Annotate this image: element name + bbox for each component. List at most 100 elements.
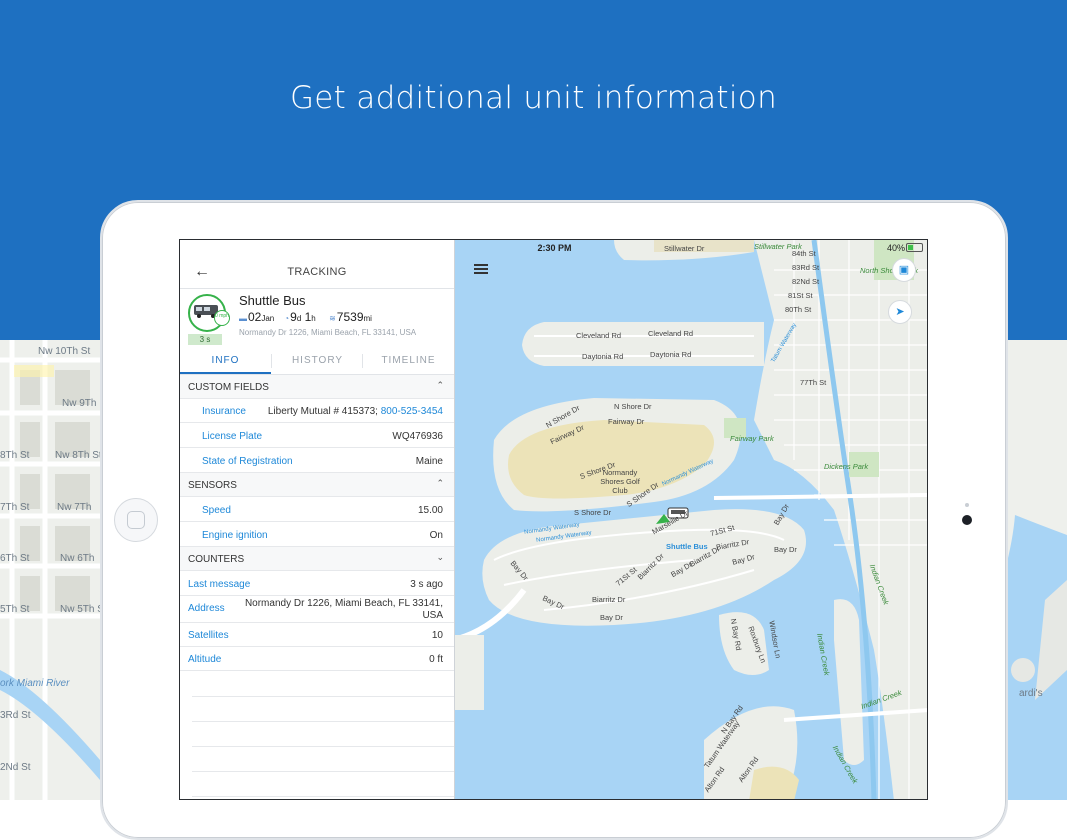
map-street-label: Daytonia Rd bbox=[582, 352, 624, 361]
locate-icon[interactable]: ➤ bbox=[888, 300, 912, 324]
section-sensors[interactable]: SENSORS ⌃ bbox=[180, 473, 454, 497]
counter-row-satellites: Satellites 10 bbox=[180, 623, 454, 647]
bg-street-label: 2Nd St bbox=[0, 762, 31, 773]
field-row-license-plate: License Plate WQ476936 bbox=[180, 424, 454, 448]
duration-days: 9 bbox=[290, 310, 297, 324]
bg-river-label: ork Miami River bbox=[0, 678, 70, 689]
map-park-label: Dickens Park bbox=[824, 462, 869, 471]
ipad-screen: Stillwater Dr Stillwater Park 84th St No… bbox=[179, 239, 928, 800]
counter-row-address: Address Normandy Dr 1226, Miami Beach, F… bbox=[180, 596, 454, 623]
last-update-age: 3 s bbox=[188, 334, 222, 345]
divider bbox=[192, 696, 454, 697]
bg-street-label: 3Rd St bbox=[0, 710, 31, 721]
map-park-label: Fairway Park bbox=[730, 434, 774, 443]
map-street-label: 77Th St bbox=[800, 378, 827, 387]
unit-stats: ▬02Jan ◔9d 1h ≋7539mi bbox=[239, 310, 372, 324]
unit-name: Shuttle Bus bbox=[239, 293, 306, 308]
field-value: WQ476936 bbox=[392, 431, 443, 442]
section-counters[interactable]: COUNTERS ⌄ bbox=[180, 547, 454, 571]
map-street-label: Fairway Dr bbox=[608, 417, 645, 426]
panel-tabs: INFO HISTORY TIMELINE bbox=[180, 348, 454, 375]
speed-badge: 0 mph bbox=[214, 310, 230, 326]
bg-street-label: 7Th St bbox=[0, 502, 30, 513]
clock-icon: ◔ bbox=[284, 314, 290, 323]
bg-street-label: 5Th St bbox=[0, 604, 30, 615]
divider bbox=[192, 721, 454, 722]
map-street-label: Biarritz Dr bbox=[592, 595, 626, 604]
counter-value: Normandy Dr 1226, Miami Beach, FL 33141,… bbox=[244, 598, 443, 621]
map-unit-label[interactable]: Shuttle Bus bbox=[666, 542, 708, 551]
sensor-row-speed: Speed 15.00 bbox=[180, 498, 454, 522]
date-value: 02 bbox=[248, 310, 262, 324]
counter-key: Address bbox=[188, 603, 225, 614]
map-view[interactable]: Stillwater Dr Stillwater Park 84th St No… bbox=[453, 240, 927, 799]
map-street-label: N Shore Dr bbox=[614, 402, 652, 411]
page-headline: Get additional unit information bbox=[289, 80, 778, 116]
tracking-panel: ← TRACKING 0 mph 3 s Shuttle Bus ▬02Jan … bbox=[180, 240, 455, 799]
map-street-label: Cleveland Rd bbox=[648, 329, 694, 338]
tab-history[interactable]: HISTORY bbox=[272, 348, 363, 374]
bg-street-label: Nw 6Th bbox=[60, 553, 95, 564]
field-key: License Plate bbox=[202, 431, 263, 442]
field-key: Insurance bbox=[202, 406, 246, 417]
panel-title: TRACKING bbox=[287, 266, 347, 278]
background-map-left: Nw 10Th St Nw 9Th 8Th St Nw 8Th St 7Th S… bbox=[0, 340, 100, 800]
bg-street-label: 6Th St bbox=[0, 553, 30, 564]
counter-row-altitude: Altitude 0 ft bbox=[180, 647, 454, 671]
map-street-label: Bay Dr bbox=[600, 613, 623, 622]
panel-header: ← TRACKING bbox=[180, 256, 454, 289]
divider bbox=[192, 746, 454, 747]
tab-timeline[interactable]: TIMELINE bbox=[363, 348, 454, 374]
divider bbox=[192, 796, 454, 797]
sensor-row-ignition: Engine ignition On bbox=[180, 523, 454, 547]
calendar-icon: ▬ bbox=[239, 314, 247, 323]
field-value: Maine bbox=[415, 456, 443, 467]
map-street-label: Daytonia Rd bbox=[650, 350, 692, 359]
divider bbox=[192, 771, 454, 772]
bg-street-label: 8Th St bbox=[0, 450, 30, 461]
insurance-phone-link[interactable]: 800-525-3454 bbox=[381, 406, 443, 417]
map-street-label: 83Rd St bbox=[792, 263, 820, 272]
map-street-label: Cleveland Rd bbox=[576, 331, 622, 340]
layers-icon[interactable]: ▣ bbox=[892, 258, 916, 282]
bg-street-label: Nw 9Th bbox=[62, 398, 97, 409]
section-title: CUSTOM FIELDS bbox=[188, 382, 269, 393]
map-street-label: S Shore Dr bbox=[574, 508, 612, 517]
bg-street-label: Nw 5Th St bbox=[60, 604, 100, 615]
unit-summary: 0 mph 3 s Shuttle Bus ▬02Jan ◔9d 1h ≋753… bbox=[180, 288, 454, 348]
tab-info[interactable]: INFO bbox=[180, 348, 271, 374]
field-row-state: State of Registration Maine bbox=[180, 449, 454, 473]
field-key: State of Registration bbox=[202, 456, 293, 467]
battery-percent: 40% bbox=[886, 243, 905, 253]
unit-address: Normandy Dr 1226, Miami Beach, FL 33141,… bbox=[239, 328, 417, 337]
section-title: COUNTERS bbox=[188, 554, 245, 565]
chevron-up-icon: ⌃ bbox=[436, 380, 444, 390]
odometer-icon: ≋ bbox=[329, 314, 336, 323]
menu-icon[interactable] bbox=[474, 264, 488, 274]
field-value: Liberty Mutual # 415373; 800-525-3454 bbox=[267, 406, 443, 417]
battery-icon bbox=[906, 243, 923, 252]
date-unit: Jan bbox=[261, 314, 275, 323]
map-street-label: 81St St bbox=[788, 291, 813, 300]
counter-key: Satellites bbox=[188, 630, 229, 641]
section-title: SENSORS bbox=[188, 480, 237, 491]
counter-value: 10 bbox=[431, 630, 443, 641]
map-street-label: Bay Dr bbox=[774, 545, 797, 554]
mileage-unit: mi bbox=[363, 314, 372, 323]
map-street-label: 80Th St bbox=[785, 305, 812, 314]
counter-value: 3 s ago bbox=[410, 579, 443, 590]
chevron-down-icon: ⌄ bbox=[436, 552, 444, 562]
sensor-value: 15.00 bbox=[417, 505, 443, 516]
sensor-dot bbox=[965, 503, 969, 507]
bg-street-label: Nw 10Th St bbox=[38, 346, 91, 357]
home-button bbox=[114, 498, 158, 542]
section-custom-fields[interactable]: CUSTOM FIELDS ⌃ bbox=[180, 375, 454, 399]
camera-dot bbox=[962, 515, 972, 525]
background-map-right: ardi's bbox=[1005, 340, 1067, 800]
sensor-value: On bbox=[429, 530, 443, 541]
counter-row-last-message: Last message 3 s ago bbox=[180, 572, 454, 596]
counter-key: Altitude bbox=[188, 654, 222, 665]
field-row-insurance: Insurance Liberty Mutual # 415373; 800-5… bbox=[180, 399, 454, 423]
counter-value: 0 ft bbox=[429, 654, 443, 665]
counter-key: Last message bbox=[188, 579, 251, 590]
